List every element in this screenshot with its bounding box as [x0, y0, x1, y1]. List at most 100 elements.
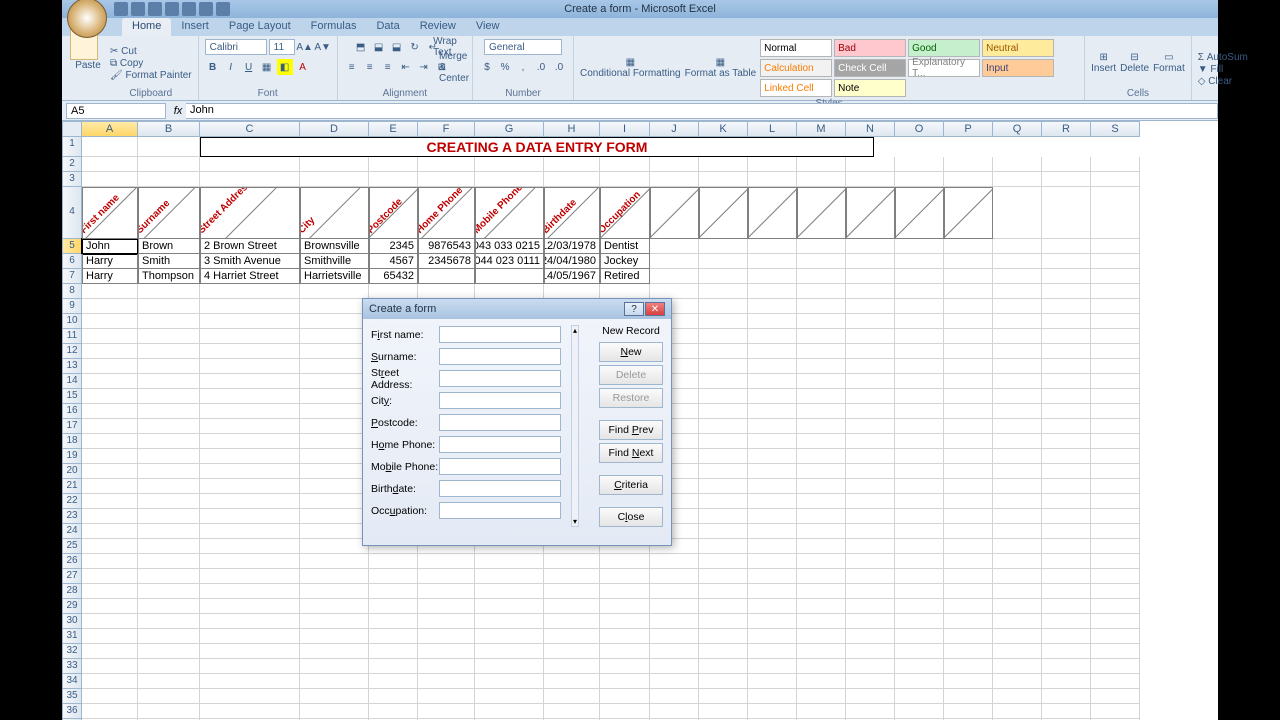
cell[interactable]	[138, 157, 200, 172]
cell[interactable]	[82, 284, 138, 299]
cell[interactable]	[1042, 599, 1091, 614]
cell[interactable]	[993, 374, 1042, 389]
cell[interactable]	[600, 157, 650, 172]
row-header-23[interactable]: 23	[62, 509, 82, 524]
cell[interactable]	[138, 404, 200, 419]
data-cell[interactable]: 9876543	[418, 239, 475, 254]
cell[interactable]	[1042, 584, 1091, 599]
cell[interactable]	[846, 284, 895, 299]
cell[interactable]	[944, 329, 993, 344]
cell[interactable]	[895, 554, 944, 569]
cell[interactable]	[699, 479, 748, 494]
cell[interactable]	[1091, 359, 1140, 374]
cell[interactable]	[200, 584, 300, 599]
cell[interactable]	[1042, 359, 1091, 374]
cell[interactable]	[895, 524, 944, 539]
data-cell[interactable]: Brownsville	[300, 239, 369, 254]
format-painter-button[interactable]: 🖌 Format Painter	[110, 70, 192, 81]
cell[interactable]	[600, 674, 650, 689]
cell[interactable]	[650, 629, 699, 644]
cell[interactable]	[418, 704, 475, 719]
cell[interactable]	[82, 614, 138, 629]
cell[interactable]	[418, 554, 475, 569]
data-cell[interactable]: 2345	[369, 239, 418, 254]
cell[interactable]	[475, 704, 544, 719]
cell[interactable]	[895, 374, 944, 389]
qat-icon[interactable]	[216, 2, 230, 16]
cell[interactable]	[544, 689, 600, 704]
cell[interactable]	[1042, 539, 1091, 554]
cell[interactable]	[1091, 299, 1140, 314]
cell[interactable]	[369, 659, 418, 674]
cell[interactable]	[1091, 494, 1140, 509]
cell[interactable]	[200, 344, 300, 359]
data-cell[interactable]: Smithville	[300, 254, 369, 269]
cell[interactable]	[846, 629, 895, 644]
cell[interactable]	[748, 524, 797, 539]
cell[interactable]	[369, 614, 418, 629]
cell[interactable]	[1042, 374, 1091, 389]
cell[interactable]	[846, 614, 895, 629]
cell[interactable]	[699, 539, 748, 554]
row-header-29[interactable]: 29	[62, 599, 82, 614]
cell[interactable]	[944, 704, 993, 719]
cell[interactable]	[138, 344, 200, 359]
quick-access-toolbar[interactable]	[114, 2, 230, 16]
close-button[interactable]: Close	[599, 507, 663, 527]
row-header-11[interactable]: 11	[62, 329, 82, 344]
cell[interactable]	[369, 584, 418, 599]
cell[interactable]	[748, 479, 797, 494]
cell[interactable]	[895, 539, 944, 554]
cell[interactable]	[300, 599, 369, 614]
cell[interactable]	[82, 434, 138, 449]
row-header-14[interactable]: 14	[62, 374, 82, 389]
data-cell[interactable]	[993, 254, 1042, 269]
cell[interactable]	[895, 674, 944, 689]
cell[interactable]	[1042, 689, 1091, 704]
cell[interactable]	[944, 374, 993, 389]
cell[interactable]	[846, 494, 895, 509]
cell[interactable]	[699, 404, 748, 419]
cell[interactable]	[748, 584, 797, 599]
conditional-formatting-button[interactable]: ▦Conditional Formatting	[580, 57, 681, 79]
cell[interactable]	[82, 509, 138, 524]
cell[interactable]	[797, 374, 846, 389]
cell[interactable]	[993, 479, 1042, 494]
cell[interactable]	[369, 172, 418, 187]
col-header-P[interactable]: P	[944, 121, 993, 137]
cell[interactable]	[82, 539, 138, 554]
cell[interactable]	[1042, 644, 1091, 659]
cell[interactable]	[993, 419, 1042, 434]
cell[interactable]	[200, 434, 300, 449]
cell[interactable]	[993, 389, 1042, 404]
cell[interactable]	[895, 299, 944, 314]
col-header-E[interactable]: E	[369, 121, 418, 137]
cell[interactable]	[650, 659, 699, 674]
cell[interactable]	[82, 404, 138, 419]
cell[interactable]	[544, 674, 600, 689]
data-cell[interactable]	[1091, 254, 1140, 269]
comma-icon[interactable]: ,	[515, 59, 531, 75]
cell[interactable]	[300, 614, 369, 629]
cell[interactable]	[138, 137, 200, 157]
cell[interactable]	[600, 689, 650, 704]
cell[interactable]	[475, 659, 544, 674]
cell[interactable]	[82, 674, 138, 689]
criteria-button[interactable]: Criteria	[599, 475, 663, 495]
row-header-10[interactable]: 10	[62, 314, 82, 329]
cell[interactable]	[699, 524, 748, 539]
cell[interactable]	[797, 329, 846, 344]
row-header-30[interactable]: 30	[62, 614, 82, 629]
fill-color-button[interactable]: ◧	[277, 59, 293, 75]
cell[interactable]	[138, 389, 200, 404]
cell[interactable]	[993, 629, 1042, 644]
cell[interactable]	[797, 524, 846, 539]
qat-icon[interactable]	[199, 2, 213, 16]
cell[interactable]	[82, 479, 138, 494]
data-cell[interactable]	[650, 239, 699, 254]
cell[interactable]	[993, 509, 1042, 524]
cell[interactable]	[944, 172, 993, 187]
style-explanatory-t-[interactable]: Explanatory T...	[908, 59, 980, 77]
cell[interactable]	[200, 614, 300, 629]
cell[interactable]	[200, 389, 300, 404]
